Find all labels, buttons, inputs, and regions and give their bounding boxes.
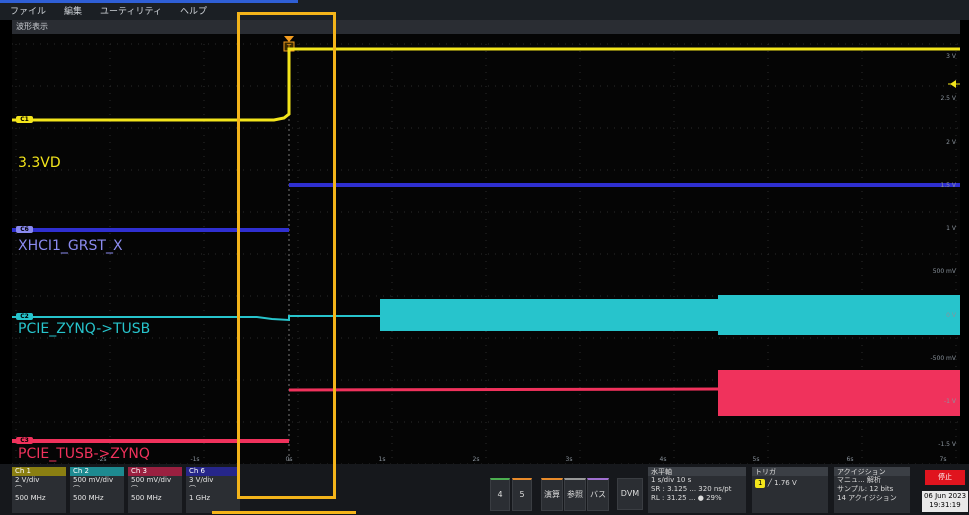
ch1-label: Ch 1 [12,467,66,476]
ch1-waveform [12,47,960,122]
ch2-tag[interactable]: C2 [16,313,33,320]
acquisition-title: アクイジション [834,467,910,476]
ch1-scale: 2 V/div [15,476,40,484]
volt-tick-label: -500 mV [931,355,957,362]
acquisition-count: 14 アクイジション [837,494,897,502]
menu-bar: ファイル 編集 ユーティリティ ヘルプ [0,0,969,20]
ch1-coupling-icon: ⌒ [15,485,22,493]
ch1-tag[interactable]: C1 [16,116,33,123]
ch4-button[interactable]: 4 [490,478,510,511]
trigger-title: トリガ [752,467,828,476]
trigger-level: 1.76 V [774,479,797,487]
ch3-scale: 500 mV/div [131,476,172,484]
ch1-bandwidth: 500 MHz [15,494,46,502]
ch5-button[interactable]: 5 [512,478,532,511]
time-tick-label: -1s [190,456,199,463]
sample-rate: SR : 3.125 ... 320 ns/pt [651,485,732,493]
reference-button[interactable]: 参照 [564,478,586,511]
ch1-name: 3.3VD [18,155,61,171]
ch6-bandwidth: 1 GHz [189,494,211,502]
datetime: 06 Jun 2023 19:31:19 [922,491,968,512]
math-button[interactable]: 演算 [541,478,563,511]
ch6-name: XHCI1_GRST_X [18,238,123,254]
acquisition-resolution: サンプル: 12 bits [837,485,894,493]
ch2-bandwidth: 500 MHz [73,494,104,502]
volt-tick-label: -1.5 V [938,441,957,448]
trigger-source: 1 [755,479,766,488]
horizontal-scale: 1 s/div 10 s [651,476,692,484]
ch2-burst-2 [718,295,960,335]
highlight-annotation [237,12,336,499]
acquisition-mode: マニュ... 解析 [837,476,881,484]
ch2-coupling-icon: ⌒ [73,485,80,493]
volt-tick-label: 0 V [946,312,957,319]
time-tick-label: 5s [753,456,760,463]
ch2-scale: 500 mV/div [73,476,114,484]
ch3-burst [718,370,960,416]
menu-edit[interactable]: 編集 [64,4,82,17]
record-length: RL : 31.25 ... ● 29% [651,494,722,502]
volt-tick-label: 3 V [946,53,957,60]
volt-tick-label: 1.5 V [940,182,956,189]
date-text: 06 Jun 2023 [923,492,967,500]
title-accent [0,0,298,3]
ch1-settings[interactable]: Ch 1 2 V/div ⌒ 500 MHz [12,467,66,513]
time-tick-label: 1s [379,456,386,463]
status-bar: Ch 1 2 V/div ⌒ 500 MHz Ch 2 500 mV/div ⌒… [0,464,969,515]
waveform-title: 波形表示 [16,22,48,31]
acquisition-panel[interactable]: アクイジション マニュ... 解析 サンプル: 12 bits 14 アクイジシ… [834,467,910,513]
waveform-canvas[interactable]: T -2s -1s 0s 1s 2s 3s 4s 5s 6s 7s 3 V2.5 V2 V1.5 … [12,34,960,464]
time-tick-label: 6s [847,456,854,463]
highlight-underline [212,511,356,514]
ch3-settings[interactable]: Ch 3 500 mV/div ⌒ 500 MHz [128,467,182,513]
menu-utility[interactable]: ユーティリティ [100,4,162,17]
run-stop-button[interactable]: 停止 [925,470,965,485]
time-text: 19:31:19 [929,501,961,509]
horizontal-panel[interactable]: 水平軸 1 s/div 10 s SR : 3.125 ... 320 ns/p… [648,467,746,513]
volt-tick-label: 500 mV [933,268,957,275]
ch2-label: Ch 2 [70,467,124,476]
volt-tick-label: 2.5 V [940,95,956,102]
time-axis-labels: -2s -1s 0s 1s 2s 3s 4s 5s 6s 7s [97,456,946,463]
ch2-name: PCIE_ZYNQ->TUSB [18,321,151,337]
menu-file[interactable]: ファイル [10,4,46,17]
ch6-settings[interactable]: Ch 6 3 V/div ⌒ 1 GHz [186,467,240,513]
ch6-label: Ch 6 [186,467,240,476]
time-tick-label: 7s [940,456,947,463]
ch3-waveform-mid [288,387,719,392]
ch6-coupling-icon: ⌒ [189,485,196,493]
ch3-coupling-icon: ⌒ [131,485,138,493]
ch6-scale: 3 V/div [189,476,214,484]
horizontal-title: 水平軸 [648,467,746,476]
time-tick-label: 3s [566,456,573,463]
volt-tick-label: 1 V [946,225,957,232]
ch2-burst-1 [380,299,718,331]
waveform-display[interactable]: T -2s -1s 0s 1s 2s 3s 4s 5s 6s 7s 3 V 2.5 V2 V 1.5 … [12,34,960,464]
bus-button[interactable]: バス [587,478,609,511]
ch6-tag[interactable]: C6 [16,226,33,233]
dvm-button[interactable]: DVM [617,478,643,510]
ch2-settings[interactable]: Ch 2 500 mV/div ⌒ 500 MHz [70,467,124,513]
ch3-label: Ch 3 [128,467,182,476]
time-tick-label: 4s [660,456,667,463]
menu-help[interactable]: ヘルプ [180,4,207,17]
ch3-bandwidth: 500 MHz [131,494,162,502]
ch3-tag[interactable]: C3 [16,437,33,444]
time-tick-label: 2s [473,456,480,463]
volt-tick-label: -1 V [944,398,957,405]
volt-tick-label: 2 V [946,139,957,146]
trigger-panel[interactable]: トリガ 1 ╱ 1.76 V [752,467,828,513]
ch3-name: PCIE_TUSB->ZYNQ [18,446,150,462]
waveform-title-bar: 波形表示 [12,20,960,35]
